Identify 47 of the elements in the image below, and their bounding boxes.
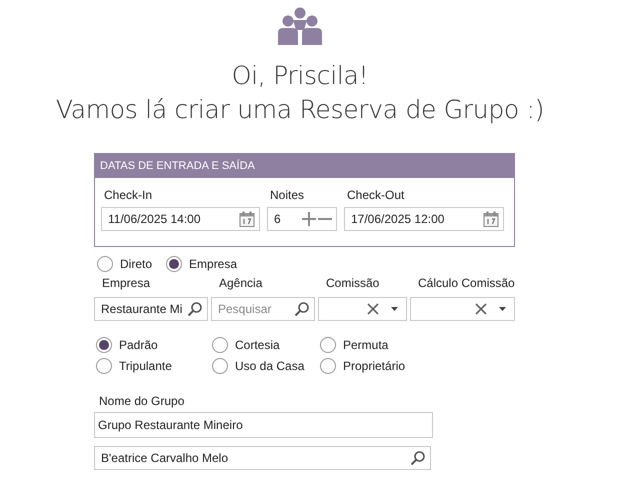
radio-button[interactable] xyxy=(320,337,336,353)
caret-icon[interactable] xyxy=(391,307,398,311)
field-label: Comissão xyxy=(325,276,380,292)
group-icon xyxy=(275,7,325,45)
radio-option[interactable]: Permuta xyxy=(320,337,406,353)
field-label: Noites xyxy=(269,188,306,202)
search-field[interactable]: Restaurante Mi xyxy=(94,297,208,321)
field-label: Check-In xyxy=(103,188,154,202)
radio-option[interactable]: Cortesia xyxy=(212,337,320,353)
field-label: Nome do Grupo xyxy=(98,394,186,408)
clear-icon[interactable] xyxy=(475,303,487,315)
caret-icon[interactable] xyxy=(499,307,506,311)
dropdown-field[interactable] xyxy=(410,297,515,321)
radio-button[interactable] xyxy=(320,358,336,374)
radio-button[interactable] xyxy=(212,358,228,374)
calendar-icon[interactable] xyxy=(483,210,499,228)
nights-field[interactable]: 6 xyxy=(267,207,337,231)
date-field[interactable]: 17/06/2025 12:00 xyxy=(344,207,504,231)
calendar-icon[interactable] xyxy=(239,210,255,228)
radio-button[interactable] xyxy=(166,256,182,272)
radio-button[interactable] xyxy=(96,358,112,374)
radio-button[interactable] xyxy=(212,337,228,353)
panel-header: DATAS DE ENTRADA E SAÍDA xyxy=(95,154,514,178)
dropdown-field[interactable] xyxy=(318,297,407,321)
radio-option[interactable]: Uso da Casa xyxy=(212,358,320,374)
date-field[interactable]: 11/06/2025 14:00 xyxy=(101,207,260,231)
search-field[interactable]: Pesquisar xyxy=(211,297,315,321)
radio-option[interactable]: Tripulante xyxy=(96,358,212,374)
search-icon[interactable] xyxy=(294,301,310,317)
group-name-field[interactable]: Grupo Restaurante Mineiro xyxy=(94,412,433,438)
radio-option[interactable]: Padrão xyxy=(96,337,212,353)
plus-icon[interactable] xyxy=(302,212,316,226)
search-icon[interactable] xyxy=(187,301,203,317)
clear-icon[interactable] xyxy=(367,303,379,315)
search-icon[interactable] xyxy=(410,450,426,466)
radio-button[interactable] xyxy=(97,256,113,272)
radio-option[interactable]: Direto xyxy=(97,256,152,272)
field-label: Agência xyxy=(218,276,264,292)
radio-option[interactable]: Empresa xyxy=(166,256,238,272)
field-label: Cálculo Comissão xyxy=(417,276,515,292)
radio-button[interactable] xyxy=(96,337,112,353)
guest-search-field[interactable]: B'eatrice Carvalho Melo xyxy=(94,446,431,470)
radio-option[interactable]: Proprietário xyxy=(320,358,406,374)
field-label: Empresa xyxy=(101,276,152,292)
greeting-subtitle: Vamos lá criar uma Reserva de Grupo :) xyxy=(56,94,544,126)
field-label: Check-Out xyxy=(346,188,406,202)
greeting-title: Oi, Priscila! xyxy=(232,60,368,92)
